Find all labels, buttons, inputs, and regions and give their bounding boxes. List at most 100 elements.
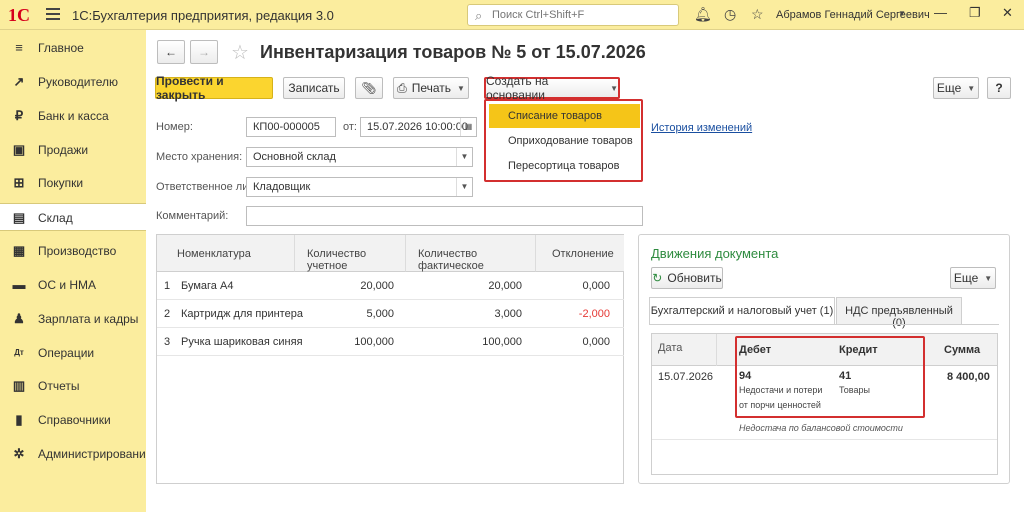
search-input[interactable] (492, 7, 672, 23)
comment-label: Комментарий: (156, 210, 229, 222)
user-name[interactable]: Абрамов Геннадий Сергеевич (776, 9, 930, 21)
save-button[interactable]: Записать (283, 77, 345, 99)
sidebar-item[interactable]: ▬ ОС и НМА (0, 271, 146, 299)
factory-icon: ▦ (12, 243, 26, 258)
responsible-value: Кладовщик (253, 181, 311, 193)
minimize-icon[interactable]: — (934, 5, 947, 20)
help-button[interactable]: ? (987, 77, 1011, 99)
search-box[interactable]: ⌕ (467, 4, 679, 26)
row-number: 1 (157, 272, 177, 300)
entry-description: Недостача по балансовой стоимости (739, 423, 903, 433)
col-header-sum[interactable]: Сумма (944, 344, 980, 356)
favorites-icon[interactable]: ☆ (751, 6, 764, 23)
favorite-star-icon[interactable]: ☆ (231, 40, 249, 65)
col-header-qty-accounting[interactable]: Количество учетное (295, 235, 406, 272)
bar-chart-icon: ▥ (12, 378, 26, 393)
col-header-deviation[interactable]: Отклонение (536, 235, 624, 272)
row-number: 2 (157, 300, 177, 328)
sidebar-item[interactable]: ≡ Главное (0, 34, 146, 62)
print-button[interactable]: ⎙ Печать ▼ (393, 77, 469, 99)
gear-icon: ✲ (13, 446, 25, 461)
sidebar-item[interactable]: ▦ Производство (0, 237, 146, 265)
top-bar: 1С 1С:Бухгалтерия предприятия, редакция … (0, 0, 1024, 30)
goods-table: Номенклатура Количество учетное Количест… (156, 234, 624, 484)
post-and-close-button[interactable]: Провести и закрыть (155, 74, 273, 102)
menu-item-write-off[interactable]: Списание товаров (489, 104, 640, 128)
restore-icon[interactable]: ❐ (969, 5, 981, 21)
sidebar-item-label: Производство (38, 244, 117, 258)
storage-field[interactable]: Основной склад ▼ (246, 147, 473, 167)
refresh-label: Обновить (667, 271, 722, 285)
sidebar-item[interactable]: ₽ Банк и касса (0, 102, 146, 130)
movements-more-button[interactable]: Еще ▼ (950, 267, 996, 289)
movements-panel: Движения документа ↻ Обновить Еще ▼ Бухг… (638, 234, 1010, 484)
comment-field[interactable] (246, 206, 643, 226)
sidebar-item[interactable]: ⊞ Покупки (0, 169, 146, 197)
menu-item-receipt[interactable]: Оприходование товаров (489, 129, 640, 153)
history-icon[interactable]: ◷ (724, 6, 736, 23)
book-icon: ▮ (15, 412, 23, 427)
forward-button[interactable]: → (190, 40, 218, 64)
number-field[interactable]: КП00-000005 (246, 117, 336, 137)
sidebar-item-label: Продажи (38, 143, 89, 157)
sidebar-item-label: Руководителю (38, 75, 119, 89)
tab-divider (649, 324, 999, 325)
movements-title: Движения документа (651, 246, 779, 261)
refresh-icon: ↻ (652, 271, 663, 285)
trend-icon: ↗ (13, 74, 25, 89)
print-label: Печать (411, 81, 451, 95)
chevron-down-icon[interactable]: ▼ (898, 9, 906, 18)
sidebar-item-label: ОС и НМА (38, 278, 97, 292)
main-menu-icon[interactable] (46, 8, 60, 20)
sidebar-item[interactable]: ▥ Отчеты (0, 372, 146, 400)
row-qty-accounting: 100,000 (295, 328, 406, 356)
sidebar-item[interactable]: ✲ Администрирование (0, 440, 153, 468)
refresh-button[interactable]: ↻ Обновить (651, 267, 723, 289)
calendar-icon[interactable]: ▦ (460, 118, 476, 136)
row-qty-actual: 100,000 (406, 328, 536, 356)
storage-label: Место хранения: (156, 151, 243, 163)
sidebar-item-label: Склад (38, 211, 73, 225)
row-qty-accounting: 5,000 (295, 300, 406, 328)
tab-vat[interactable]: НДС предъявленный (0) (836, 297, 962, 329)
more-button[interactable]: Еще ▼ (933, 77, 979, 99)
app-logo: 1С (8, 5, 30, 25)
col-header-qty-actual[interactable]: Количество фактическое (406, 235, 536, 272)
col-header-nomenclature[interactable]: Номенклатура (157, 235, 295, 272)
date-field[interactable]: 15.07.2026 10:00:00 ▦ (360, 117, 477, 137)
back-button[interactable]: ← (157, 40, 185, 64)
chevron-down-icon: ▼ (984, 273, 993, 283)
tab-accounting[interactable]: Бухгалтерский и налоговый учет (1) (649, 297, 835, 325)
cart-icon: ⊞ (13, 175, 25, 190)
paperclip-icon: 📎︎ (361, 81, 377, 95)
attach-button[interactable]: 📎︎ (355, 77, 383, 99)
history-link[interactable]: История изменений (651, 122, 752, 134)
date-value: 15.07.2026 10:00:00 (367, 121, 468, 133)
sidebar-item[interactable]: ↗ Руководителю (0, 68, 146, 96)
row-name: Бумага А4 (177, 272, 295, 300)
date-label: от: (343, 121, 357, 133)
dt-kt-icon: Дт (14, 348, 24, 357)
chevron-down-icon: ▼ (457, 83, 465, 93)
sidebar-item[interactable]: ♟ Зарплата и кадры (0, 305, 146, 333)
sidebar-item[interactable]: ▣ Продажи (0, 136, 146, 164)
row-qty-accounting: 20,000 (295, 272, 406, 300)
row-deviation: 0,000 (536, 272, 624, 300)
more-label: Еще (936, 81, 962, 95)
sidebar-item-label: Отчеты (38, 379, 80, 393)
chevron-down-icon[interactable]: ▼ (456, 178, 472, 196)
bell-icon[interactable]: 🔔︎ (694, 6, 712, 23)
col-header-date[interactable]: Дата (658, 342, 682, 354)
sidebar-item[interactable]: ▤ Склад (0, 203, 146, 231)
sidebar-item-label: Зарплата и кадры (38, 312, 139, 326)
close-icon[interactable]: ✕ (1002, 5, 1013, 21)
sidebar-item-label: Справочники (38, 413, 111, 427)
responsible-field[interactable]: Кладовщик ▼ (246, 177, 473, 197)
chevron-down-icon[interactable]: ▼ (456, 148, 472, 166)
menu-item-regrading[interactable]: Пересортица товаров (489, 154, 640, 178)
sidebar-item[interactable]: Дт Операции (0, 339, 146, 367)
menu-icon: ≡ (15, 40, 23, 55)
create-based-on-button[interactable]: Создать на основании ▼ (484, 74, 620, 102)
sidebar-item[interactable]: ▮ Справочники (0, 406, 146, 434)
movements-more-label: Еще (953, 271, 979, 285)
